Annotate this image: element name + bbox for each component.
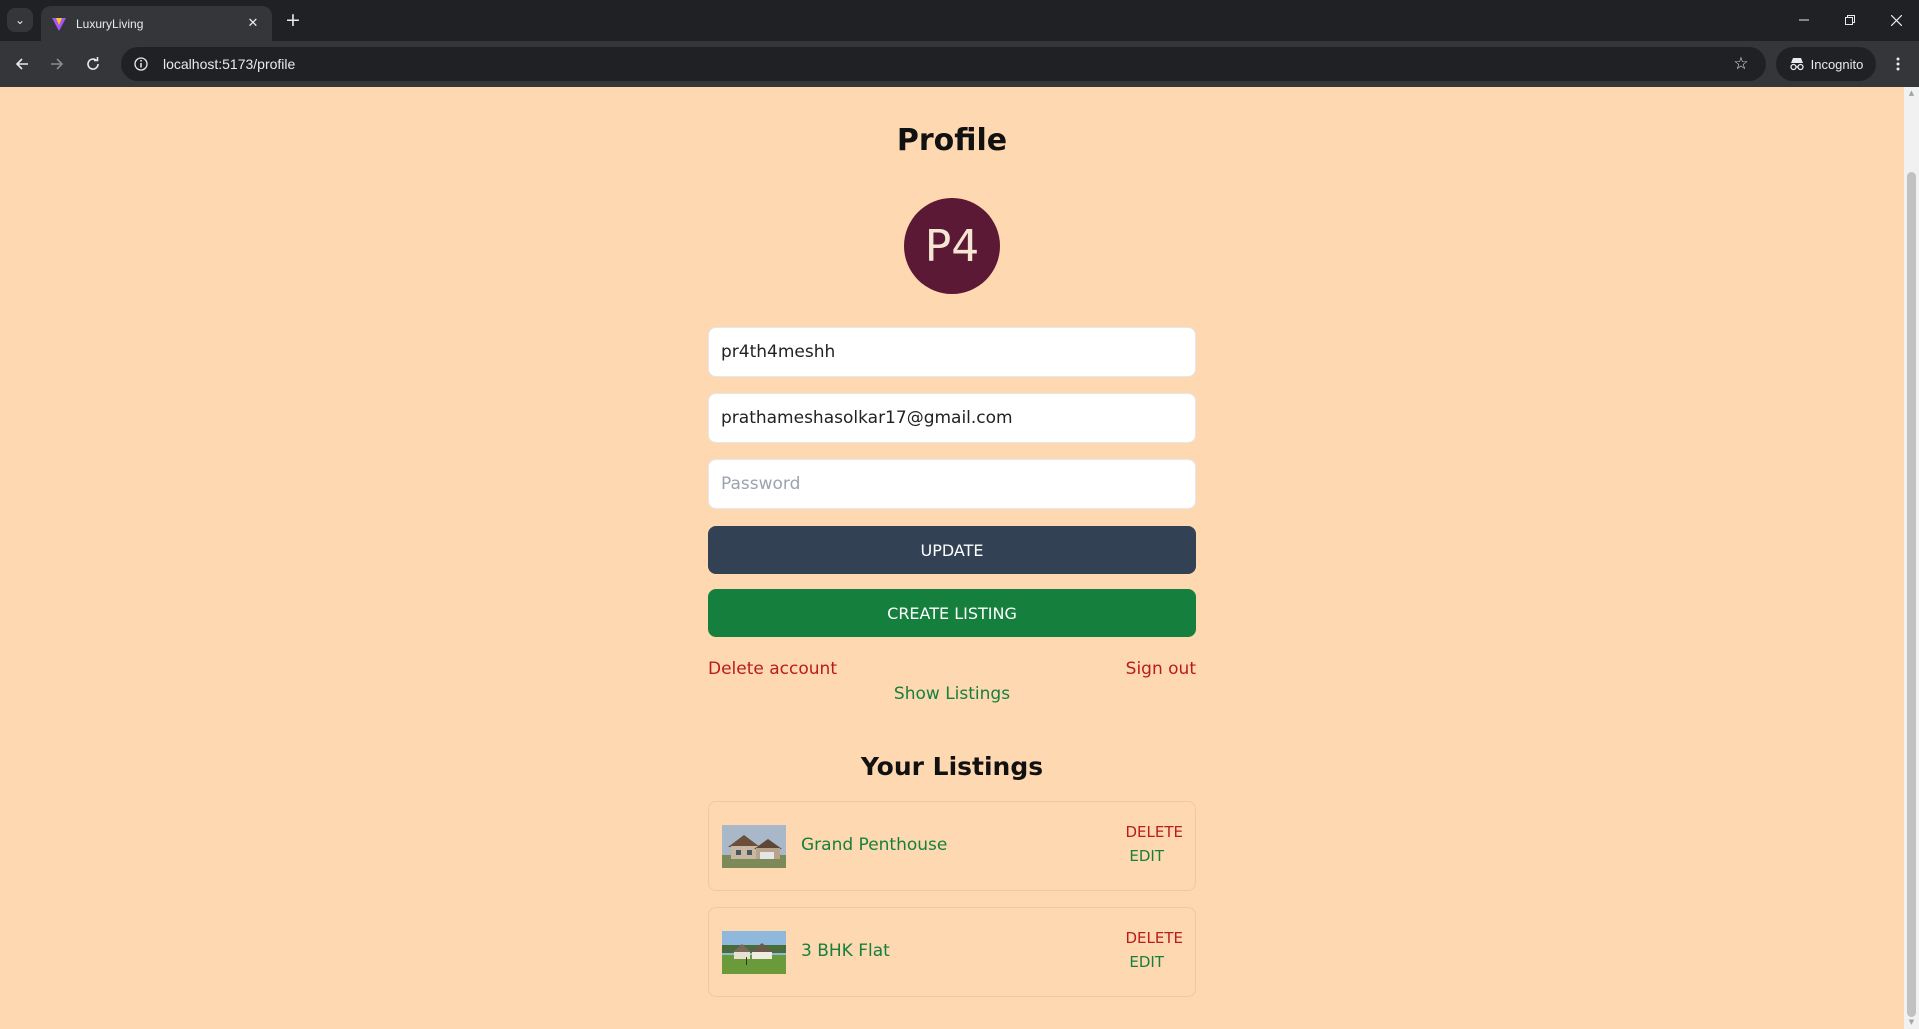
url-text[interactable]: localhost:5173/profile bbox=[163, 56, 1726, 72]
close-icon bbox=[1890, 14, 1902, 26]
account-actions: Delete account Sign out bbox=[708, 659, 1196, 683]
listing-thumbnail[interactable] bbox=[722, 825, 786, 868]
page-viewport: Profile P4 UPDATE CREATE LISTING Delete … bbox=[0, 87, 1904, 1029]
listing-name[interactable]: 3 BHK Flat bbox=[801, 941, 890, 961]
listing-card: 3 BHK Flat DELETE EDIT bbox=[708, 907, 1196, 997]
show-listings-link[interactable]: Show Listings bbox=[708, 684, 1196, 704]
email-field[interactable] bbox=[708, 393, 1196, 443]
browser-menu-button[interactable] bbox=[1884, 50, 1912, 78]
browser-titlebar: ⌄ LuxuryLiving ✕ + bbox=[0, 0, 1919, 41]
forward-button[interactable] bbox=[43, 50, 71, 78]
listing-delete-button[interactable]: DELETE bbox=[1125, 823, 1183, 841]
back-button[interactable] bbox=[8, 50, 36, 78]
close-window-button[interactable] bbox=[1873, 6, 1919, 34]
incognito-label: Incognito bbox=[1810, 56, 1864, 72]
listings-title: Your Listings bbox=[860, 752, 1044, 781]
username-field[interactable] bbox=[708, 327, 1196, 377]
reload-icon bbox=[87, 57, 99, 70]
delete-account-link[interactable]: Delete account bbox=[708, 659, 837, 679]
listing-edit-button[interactable]: EDIT bbox=[1129, 847, 1164, 865]
listing-edit-button[interactable]: EDIT bbox=[1129, 953, 1164, 971]
update-button[interactable]: UPDATE bbox=[708, 526, 1196, 574]
more-vert-icon bbox=[1896, 57, 1900, 71]
page-scrollbar[interactable]: ▲ ▼ bbox=[1904, 87, 1919, 1029]
bookmark-star-icon[interactable]: ☆ bbox=[1726, 49, 1756, 79]
scroll-down-icon[interactable]: ▼ bbox=[1907, 1018, 1916, 1027]
listing-card: Grand Penthouse DELETE EDIT bbox=[708, 801, 1196, 891]
minimize-icon bbox=[1799, 19, 1809, 21]
new-tab-button[interactable]: + bbox=[282, 9, 304, 31]
restore-icon bbox=[1845, 15, 1855, 25]
incognito-icon bbox=[1789, 58, 1804, 71]
page-title: Profile bbox=[896, 123, 1008, 158]
avatar[interactable]: P4 bbox=[904, 198, 1000, 294]
reload-button[interactable] bbox=[79, 50, 107, 78]
favicon-icon bbox=[50, 15, 67, 32]
tab-title: LuxuryLiving bbox=[76, 16, 144, 31]
scroll-up-icon[interactable]: ▲ bbox=[1907, 89, 1916, 98]
minimize-button[interactable] bbox=[1781, 6, 1827, 34]
browser-toolbar: localhost:5173/profile ☆ Incognito bbox=[0, 41, 1919, 87]
arrow-right-icon bbox=[51, 58, 64, 70]
restore-button[interactable] bbox=[1827, 6, 1873, 34]
listing-name[interactable]: Grand Penthouse bbox=[801, 835, 947, 855]
scroll-thumb[interactable] bbox=[1907, 172, 1916, 1017]
chevron-down-icon: ⌄ bbox=[14, 13, 26, 27]
incognito-badge[interactable]: Incognito bbox=[1776, 47, 1876, 81]
tab-search-button[interactable]: ⌄ bbox=[7, 8, 33, 32]
address-bar[interactable]: localhost:5173/profile ☆ bbox=[121, 47, 1766, 81]
site-info-icon[interactable] bbox=[126, 49, 156, 79]
sign-out-link[interactable]: Sign out bbox=[1126, 659, 1196, 679]
listing-thumbnail[interactable] bbox=[722, 931, 786, 974]
arrow-left-icon bbox=[15, 58, 28, 70]
create-listing-button[interactable]: CREATE LISTING bbox=[708, 589, 1196, 637]
listing-delete-button[interactable]: DELETE bbox=[1125, 929, 1183, 947]
close-tab-icon[interactable]: ✕ bbox=[244, 15, 262, 33]
browser-tab-active[interactable]: LuxuryLiving ✕ bbox=[41, 6, 272, 41]
password-field[interactable] bbox=[708, 459, 1196, 509]
